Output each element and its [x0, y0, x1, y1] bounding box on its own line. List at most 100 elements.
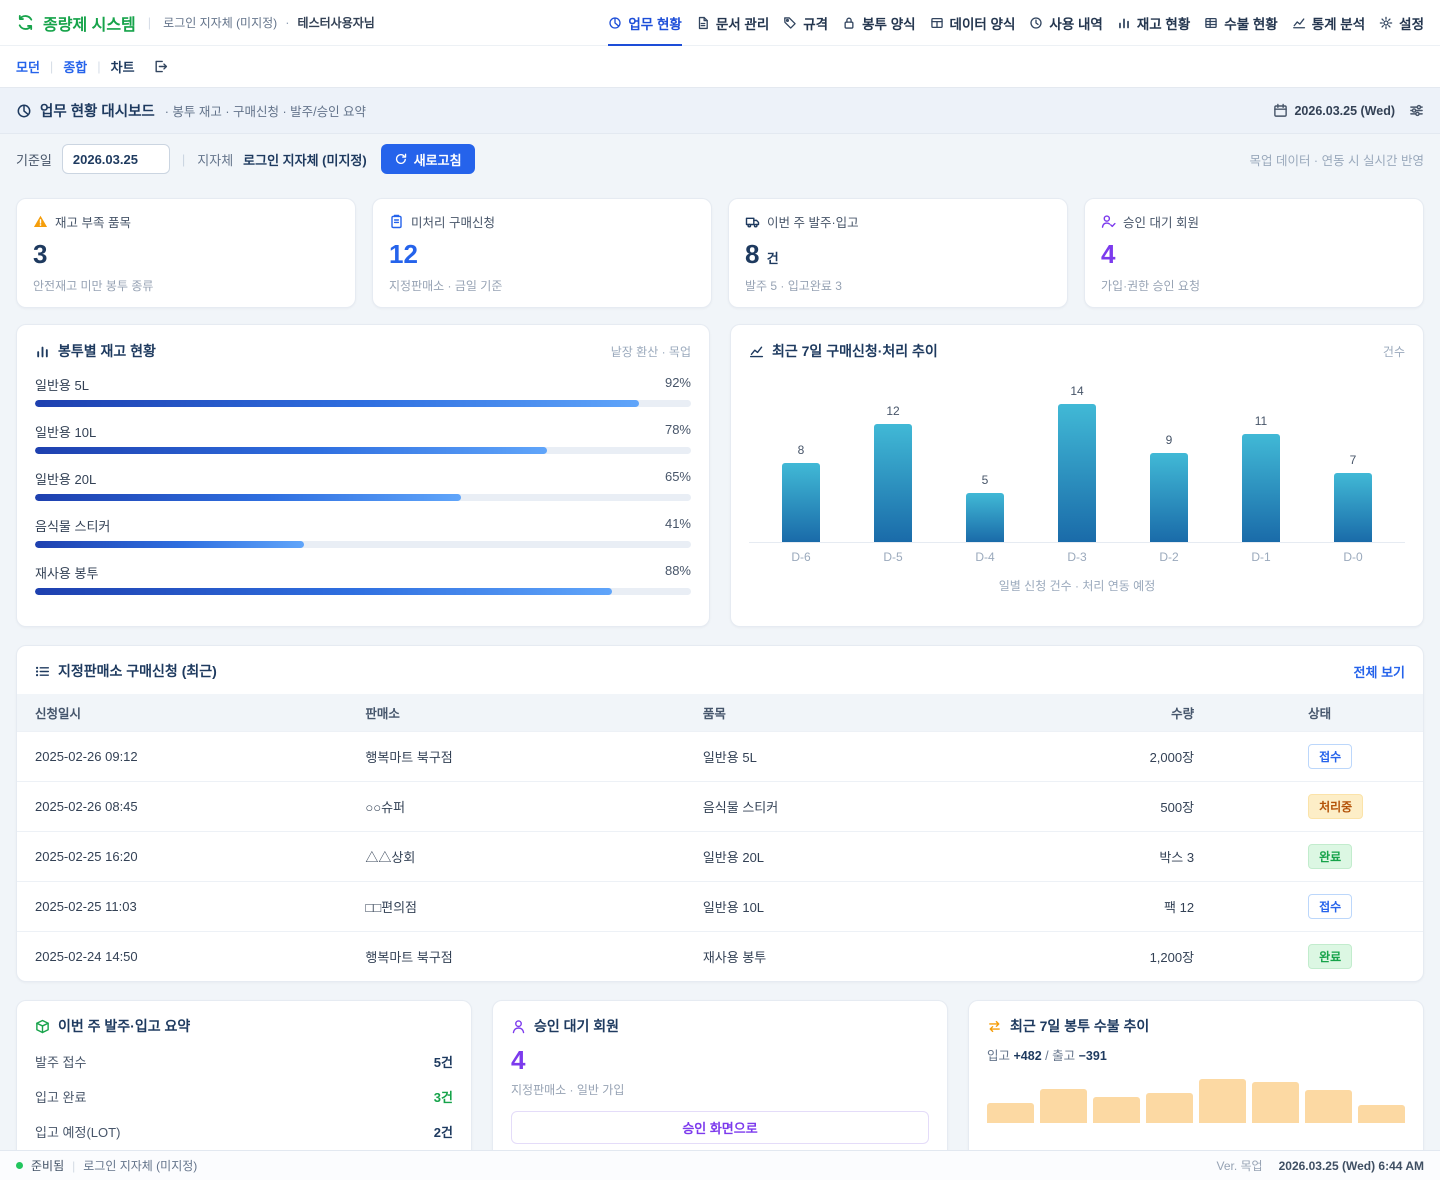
stat-card-value: 4 [1101, 239, 1407, 270]
inventory-panel-title: 봉투별 재고 현황 [35, 341, 156, 361]
status-bar: 준비됨 | 로그인 지자체 (미지정) Ver. 목업 2026.03.25 (… [0, 1150, 1440, 1180]
inventory-item-label: 재사용 봉투 [35, 563, 98, 582]
trend-category-label: D-4 [939, 550, 1031, 564]
stat-card-weekly-orders: 이번 주 발주·입고8 건발주 5 · 입고완료 3 [728, 198, 1068, 308]
trend-bar-cell: 12 [847, 404, 939, 542]
inbound-value: +482 [1014, 1049, 1042, 1063]
inventory-bar-track [35, 447, 691, 454]
trend-bar [1150, 453, 1188, 542]
grid-icon [1204, 16, 1218, 30]
approval-desc: 지정판매소 · 일반 가입 [511, 1081, 929, 1098]
view-link-summary[interactable]: 종합 [63, 57, 87, 76]
lock-icon [842, 16, 856, 30]
page-header-left: 업무 현황 대시보드 · 봉투 재고 · 구매신청 · 발주/승인 요약 [16, 100, 366, 121]
status-badge: 접수 [1308, 744, 1352, 769]
inventory-row-top: 음식물 스티커41% [35, 516, 691, 535]
status-badge: 접수 [1308, 894, 1352, 919]
topbar: 종량제 시스템 | 로그인 지자체 (미지정) · 테스터사용자님 업무 현황문… [0, 0, 1440, 46]
view-link-chart[interactable]: 차트 [111, 57, 135, 76]
sparkline-bar [987, 1103, 1034, 1123]
request-status-cell: 접수 [1212, 732, 1423, 782]
list-icon [35, 664, 50, 679]
stat-card-value: 12 [389, 239, 695, 270]
inventory-panel-note: 낱장 환산 · 목업 [611, 343, 691, 360]
go-to-approval-button[interactable]: 승인 화면으로 [511, 1111, 929, 1144]
inventory-item-percent: 78% [665, 422, 691, 441]
inventory-row-top: 일반용 20L65% [35, 469, 691, 488]
divider-dot: · [285, 15, 289, 30]
table-icon [930, 16, 944, 30]
trend-bar-value: 12 [886, 404, 899, 418]
order-row-label: 입고 완료 [35, 1087, 86, 1106]
stat-card-unit: 건 [767, 251, 779, 266]
ready-indicator-dot [16, 1162, 23, 1169]
gear-icon [1379, 16, 1393, 30]
sliders-icon[interactable] [1409, 103, 1424, 118]
request-datetime: 2025-02-25 16:20 [17, 832, 347, 882]
trend-bar [782, 463, 820, 542]
nav-item-settings[interactable]: 설정 [1379, 0, 1424, 46]
request-qty: 1,200장 [1100, 932, 1212, 982]
trend-chart-icon [749, 344, 764, 359]
refresh-button[interactable]: 새로고침 [381, 144, 475, 174]
nav-item-label: 수불 현황 [1224, 13, 1277, 33]
column-header: 신청일시 [17, 694, 347, 732]
status-bar-right: Ver. 목업 2026.03.25 (Wed) 6:44 AM [1216, 1157, 1424, 1174]
nav-item-label: 문서 관리 [716, 13, 769, 33]
nav-item-label: 재고 현황 [1137, 13, 1190, 33]
nav-item-transfer-status[interactable]: 수불 현황 [1204, 0, 1277, 46]
header-date: 2026.03.25 (Wed) [1273, 103, 1395, 118]
trend-bar-value: 8 [798, 443, 805, 457]
recycle-logo-icon [16, 13, 35, 32]
exchange-icon [987, 1019, 1002, 1034]
inbound-label: 입고 [987, 1049, 1010, 1063]
nav-item-data-forms[interactable]: 데이터 양식 [930, 0, 1016, 46]
stat-cards-row: 재고 부족 품목3안전재고 미만 봉투 종류미처리 구매신청12지정판매소 · … [16, 198, 1424, 308]
trend-bar-value: 5 [982, 473, 989, 487]
transfer-card-title: 최근 7일 봉투 수불 추이 [1010, 1016, 1149, 1036]
sparkline-bar [1040, 1089, 1087, 1123]
nav-item-label: 설정 [1399, 13, 1424, 33]
ready-status: 준비됨 [31, 1157, 64, 1174]
request-item: 재사용 봉투 [685, 932, 1100, 982]
package-icon [35, 1019, 50, 1034]
sparkline-bar [1146, 1093, 1193, 1123]
trend-title-text: 최근 7일 구매신청·처리 추이 [772, 341, 938, 361]
pie-icon [608, 16, 622, 30]
trend-bar-value: 7 [1350, 453, 1357, 467]
nav-item-label: 사용 내역 [1049, 13, 1102, 33]
inventory-item-percent: 92% [665, 375, 691, 394]
app-title: 종량제 시스템 [43, 11, 136, 35]
nav-item-inventory-status[interactable]: 재고 현황 [1117, 0, 1190, 46]
login-context: 로그인 지자체 (미지정) [163, 14, 277, 31]
order-row-value: 5건 [434, 1052, 453, 1071]
view-all-link[interactable]: 전체 보기 [1354, 662, 1405, 681]
nav-item-work-status[interactable]: 업무 현황 [608, 0, 681, 46]
nav-item-specs[interactable]: 규격 [783, 0, 828, 46]
stat-card-value: 8 건 [745, 239, 1051, 270]
outbound-value: −391 [1079, 1049, 1107, 1063]
base-date-input[interactable] [62, 144, 170, 174]
nav-item-documents[interactable]: 문서 관리 [696, 0, 769, 46]
logout-icon[interactable] [153, 59, 168, 74]
header-date-label: 2026.03.25 (Wed) [1294, 104, 1395, 118]
trend-unit-note: 건수 [1383, 343, 1405, 360]
order-summary-row: 입고 완료3건 [35, 1079, 453, 1114]
refresh-icon [394, 152, 408, 166]
request-store: □□편의점 [347, 882, 684, 932]
stat-card-header: 이번 주 발주·입고 [745, 212, 1051, 231]
mock-data-note: 목업 데이터 · 연동 시 실시간 반영 [1249, 150, 1424, 169]
status-bar-left: 준비됨 | 로그인 지자체 (미지정) [16, 1157, 197, 1174]
nav-item-usage-history[interactable]: 사용 내역 [1029, 0, 1102, 46]
trend-bar-cell: 14 [1031, 384, 1123, 542]
nav-item-statistics[interactable]: 통계 분석 [1292, 0, 1365, 46]
divider: | [182, 152, 185, 167]
view-link-modern[interactable]: 모던 [16, 57, 40, 76]
nav-item-bag-forms[interactable]: 봉투 양식 [842, 0, 915, 46]
request-status-cell: 완료 [1212, 832, 1423, 882]
request-item: 일반용 20L [685, 832, 1100, 882]
stat-card-low-stock: 재고 부족 품목3안전재고 미만 봉투 종류 [16, 198, 356, 308]
stat-card-title: 승인 대기 회원 [1123, 212, 1199, 231]
middle-panels: 봉투별 재고 현황 낱장 환산 · 목업 일반용 5L92%일반용 10L78%… [16, 324, 1424, 627]
inventory-bar-track [35, 494, 691, 501]
